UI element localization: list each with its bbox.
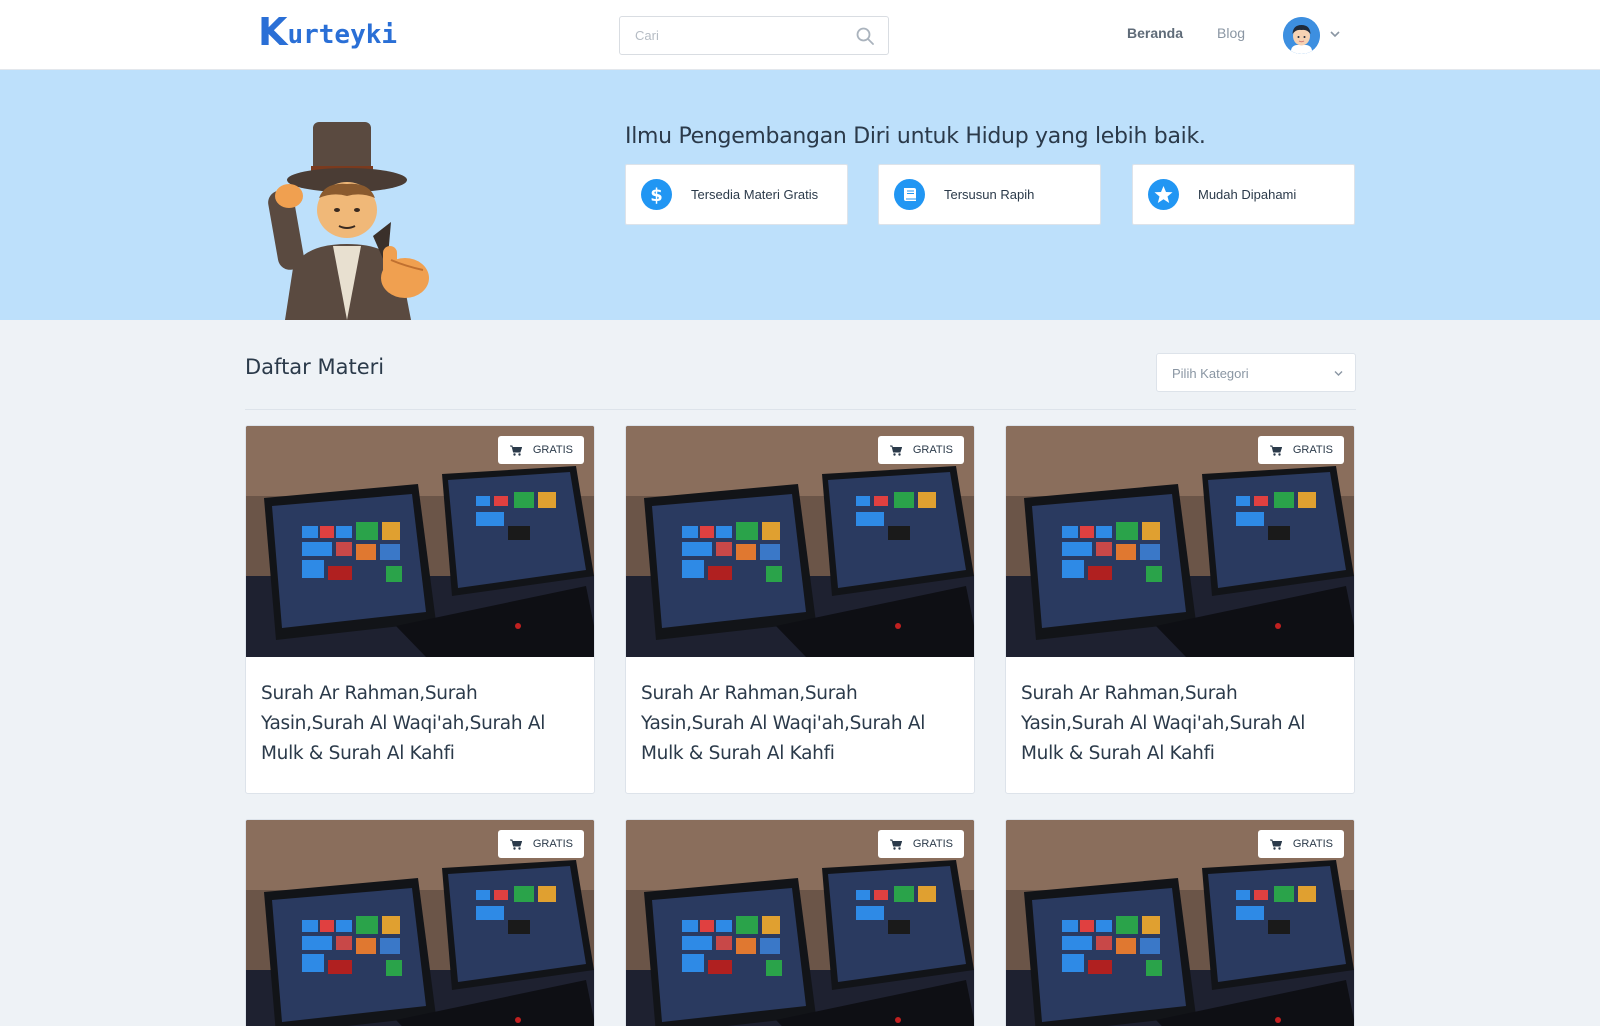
course-thumbnail[interactable]: GRATIS xyxy=(1006,820,1354,1026)
section-title: Daftar Materi xyxy=(245,355,385,379)
course-title[interactable]: Surah Ar Rahman,Surah Yasin,Surah Al Waq… xyxy=(626,657,974,793)
course-thumbnail[interactable]: GRATIS xyxy=(1006,426,1354,657)
course-title[interactable]: Surah Ar Rahman,Surah Yasin,Surah Al Waq… xyxy=(1006,657,1354,793)
course-thumbnail[interactable]: GRATIS xyxy=(246,426,594,657)
badge-label: GRATIS xyxy=(1292,838,1333,850)
course-thumbnail[interactable]: GRATIS xyxy=(246,820,594,1026)
badge-label: GRATIS xyxy=(532,444,573,456)
price-badge: GRATIS xyxy=(877,436,964,464)
chevron-down-icon xyxy=(1334,371,1343,376)
star-icon xyxy=(1148,179,1179,210)
search-input[interactable] xyxy=(620,17,840,54)
course-card[interactable]: GRATIS Surah Ar Rahman,Surah Yasin,Surah… xyxy=(1005,425,1355,794)
cart-icon xyxy=(889,445,902,456)
cart-icon xyxy=(509,445,522,456)
price-badge: GRATIS xyxy=(497,436,584,464)
course-thumbnail[interactable]: GRATIS xyxy=(626,820,974,1026)
search-box xyxy=(619,16,889,55)
course-title[interactable]: Surah Ar Rahman,Surah Yasin,Surah Al Waq… xyxy=(246,657,594,793)
price-badge: GRATIS xyxy=(1257,830,1344,858)
book-icon xyxy=(894,179,925,210)
feature-easy-understand: Mudah Dipahami xyxy=(1132,164,1355,225)
svg-text:$: $ xyxy=(650,185,663,206)
mascot-illustration xyxy=(268,122,429,320)
feature-label: Tersedia Materi Gratis xyxy=(691,187,819,202)
price-badge: GRATIS xyxy=(877,830,964,858)
top-navbar: K urteyki Beranda Blog xyxy=(0,0,1600,70)
dollar-icon: $ xyxy=(641,179,672,210)
course-card[interactable]: GRATIS Surah Ar Rahman,Surah Yasin,Surah… xyxy=(625,425,975,794)
avatar-face-icon xyxy=(1283,17,1320,54)
chevron-down-icon[interactable] xyxy=(1330,30,1340,38)
price-badge: GRATIS xyxy=(497,830,584,858)
cart-icon xyxy=(509,839,522,850)
badge-label: GRATIS xyxy=(912,444,953,456)
feature-label: Mudah Dipahami xyxy=(1198,187,1297,202)
course-card[interactable]: GRATIS Surah Ar Rahman,Surah Yasin,Surah… xyxy=(245,425,595,794)
nav-link-blog[interactable]: Blog xyxy=(1217,25,1245,41)
cart-icon xyxy=(889,839,902,850)
category-select-value: Pilih Kategori xyxy=(1172,366,1249,381)
feature-free-material: $ Tersedia Materi Gratis xyxy=(625,164,848,225)
price-badge: GRATIS xyxy=(1257,436,1344,464)
section-divider xyxy=(245,409,1356,410)
badge-label: GRATIS xyxy=(1292,444,1333,456)
search-icon[interactable] xyxy=(856,27,874,45)
course-thumbnail[interactable]: GRATIS xyxy=(626,426,974,657)
course-card[interactable]: GRATIS xyxy=(625,819,975,1026)
feature-label: Tersusun Rapih xyxy=(944,187,1035,202)
badge-label: GRATIS xyxy=(912,838,953,850)
nav-link-beranda[interactable]: Beranda xyxy=(1127,25,1183,41)
category-select[interactable]: Pilih Kategori xyxy=(1156,353,1356,392)
cart-icon xyxy=(1269,839,1282,850)
user-avatar[interactable] xyxy=(1283,17,1320,54)
course-card[interactable]: GRATIS xyxy=(245,819,595,1026)
cart-icon xyxy=(1269,445,1282,456)
hero-headline: Ilmu Pengembangan Diri untuk Hidup yang … xyxy=(625,124,1206,149)
site-logo[interactable]: K urteyki xyxy=(258,12,397,52)
badge-label: GRATIS xyxy=(532,838,573,850)
feature-organized: Tersusun Rapih xyxy=(878,164,1101,225)
hero-banner: Ilmu Pengembangan Diri untuk Hidup yang … xyxy=(0,70,1600,320)
logo-wordmark: urteyki xyxy=(287,20,398,50)
course-card[interactable]: GRATIS xyxy=(1005,819,1355,1026)
logo-letter-k: K xyxy=(258,10,287,54)
